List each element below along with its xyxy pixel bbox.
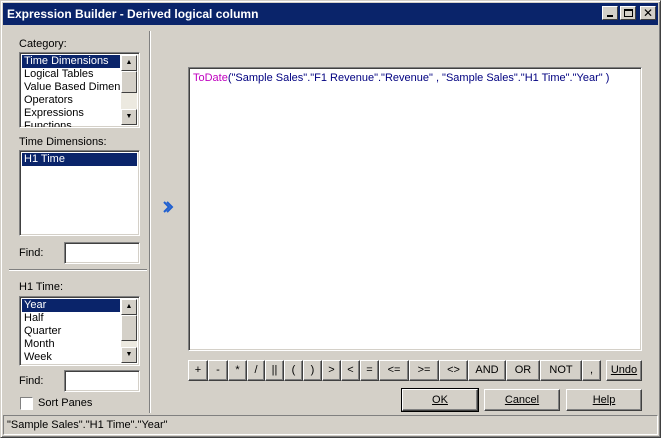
expression-editor[interactable]: ToDate("Sample Sales"."F1 Revenue"."Reve…: [188, 67, 642, 351]
scroll-down-icon[interactable]: ▼: [121, 347, 137, 363]
h1-time-items: Year Half Quarter Month Week: [22, 299, 120, 364]
category-item-expressions[interactable]: Expressions: [22, 107, 120, 120]
maximize-button[interactable]: [620, 6, 636, 20]
ok-button[interactable]: OK: [401, 388, 479, 412]
scroll-up-icon[interactable]: ▲: [121, 299, 137, 315]
operator-less-than-button[interactable]: <: [341, 360, 360, 381]
h1-time-item-half[interactable]: Half: [22, 312, 120, 325]
time-dimension-item-h1-time[interactable]: H1 Time: [22, 153, 137, 166]
h1-time-label: H1 Time:: [19, 281, 64, 293]
operator-or-button[interactable]: OR: [506, 360, 540, 381]
category-list[interactable]: Time Dimensions Logical Tables Value Bas…: [19, 52, 140, 128]
category-item-value-based-dimensions[interactable]: Value Based Dimensi: [22, 81, 120, 94]
operator-divide-button[interactable]: /: [247, 360, 265, 381]
status-text: "Sample Sales"."H1 Time"."Year": [7, 419, 168, 431]
expression-text: ToDate("Sample Sales"."F1 Revenue"."Reve…: [193, 72, 609, 84]
insert-arrow-icon[interactable]: [162, 200, 174, 214]
category-item-time-dimensions[interactable]: Time Dimensions: [22, 55, 120, 68]
h1-time-scrollbar[interactable]: ▲ ▼: [121, 299, 137, 363]
sort-panes-checkbox[interactable]: [20, 397, 33, 410]
scroll-up-icon[interactable]: ▲: [121, 55, 137, 71]
expression-builder-window: Expression Builder - Derived logical col…: [0, 0, 661, 438]
window-controls: ✕: [602, 6, 656, 20]
close-icon: ✕: [642, 6, 654, 20]
expression-function: ToDate: [193, 72, 228, 84]
scroll-down-icon[interactable]: ▼: [121, 109, 137, 125]
title-bar: Expression Builder - Derived logical col…: [3, 3, 658, 25]
minimize-icon: [607, 15, 613, 17]
operator-and-button[interactable]: AND: [468, 360, 506, 381]
operator-not-equal-button[interactable]: <>: [439, 360, 468, 381]
scroll-thumb[interactable]: [121, 315, 137, 341]
category-item-functions[interactable]: Functions: [22, 120, 120, 127]
operator-plus-button[interactable]: +: [188, 360, 208, 381]
time-dimensions-items: H1 Time: [22, 153, 137, 166]
window-title: Expression Builder - Derived logical col…: [7, 7, 259, 21]
category-label: Category:: [19, 38, 67, 50]
sort-panes-label: Sort Panes: [38, 397, 93, 409]
operator-comma-button[interactable]: ,: [582, 360, 601, 381]
operator-multiply-button[interactable]: *: [228, 360, 247, 381]
operator-greater-equal-button[interactable]: >=: [409, 360, 439, 381]
category-item-logical-tables[interactable]: Logical Tables: [22, 68, 120, 81]
time-dimensions-label: Time Dimensions:: [19, 136, 107, 148]
status-bar: "Sample Sales"."H1 Time"."Year": [3, 415, 658, 435]
operator-less-equal-button[interactable]: <=: [379, 360, 409, 381]
help-button[interactable]: Help: [566, 389, 642, 411]
find-label-top: Find:: [19, 247, 44, 259]
operator-close-paren-button[interactable]: ): [303, 360, 322, 381]
cancel-button[interactable]: Cancel: [484, 389, 560, 411]
find-input-top[interactable]: [64, 242, 140, 264]
operator-equals-button[interactable]: =: [360, 360, 379, 381]
category-items: Time Dimensions Logical Tables Value Bas…: [22, 55, 120, 127]
minimize-button[interactable]: [602, 6, 618, 20]
pane-splitter[interactable]: [149, 31, 151, 413]
h1-time-item-year[interactable]: Year: [22, 299, 120, 312]
scroll-thumb[interactable]: [121, 71, 137, 93]
category-scrollbar[interactable]: ▲ ▼: [121, 55, 137, 125]
close-button[interactable]: ✕: [640, 6, 656, 20]
operator-not-button[interactable]: NOT: [540, 360, 582, 381]
h1-time-item-quarter[interactable]: Quarter: [22, 325, 120, 338]
undo-button[interactable]: Undo: [606, 360, 642, 381]
h1-time-item-week[interactable]: Week: [22, 351, 120, 364]
find-input-bottom[interactable]: [64, 370, 140, 392]
time-dimensions-list[interactable]: H1 Time: [19, 150, 140, 236]
h1-time-item-month[interactable]: Month: [22, 338, 120, 351]
operator-minus-button[interactable]: -: [208, 360, 228, 381]
find-label-bottom: Find:: [19, 375, 44, 387]
maximize-icon: [624, 9, 633, 17]
operator-open-paren-button[interactable]: (: [284, 360, 303, 381]
pane-separator: [9, 269, 147, 271]
category-item-operators[interactable]: Operators: [22, 94, 120, 107]
operator-concat-button[interactable]: ||: [265, 360, 284, 381]
h1-time-list[interactable]: Year Half Quarter Month Week ▲ ▼: [19, 296, 140, 366]
expression-arguments: ("Sample Sales"."F1 Revenue"."Revenue" ,…: [227, 72, 610, 84]
operator-greater-than-button[interactable]: >: [322, 360, 341, 381]
